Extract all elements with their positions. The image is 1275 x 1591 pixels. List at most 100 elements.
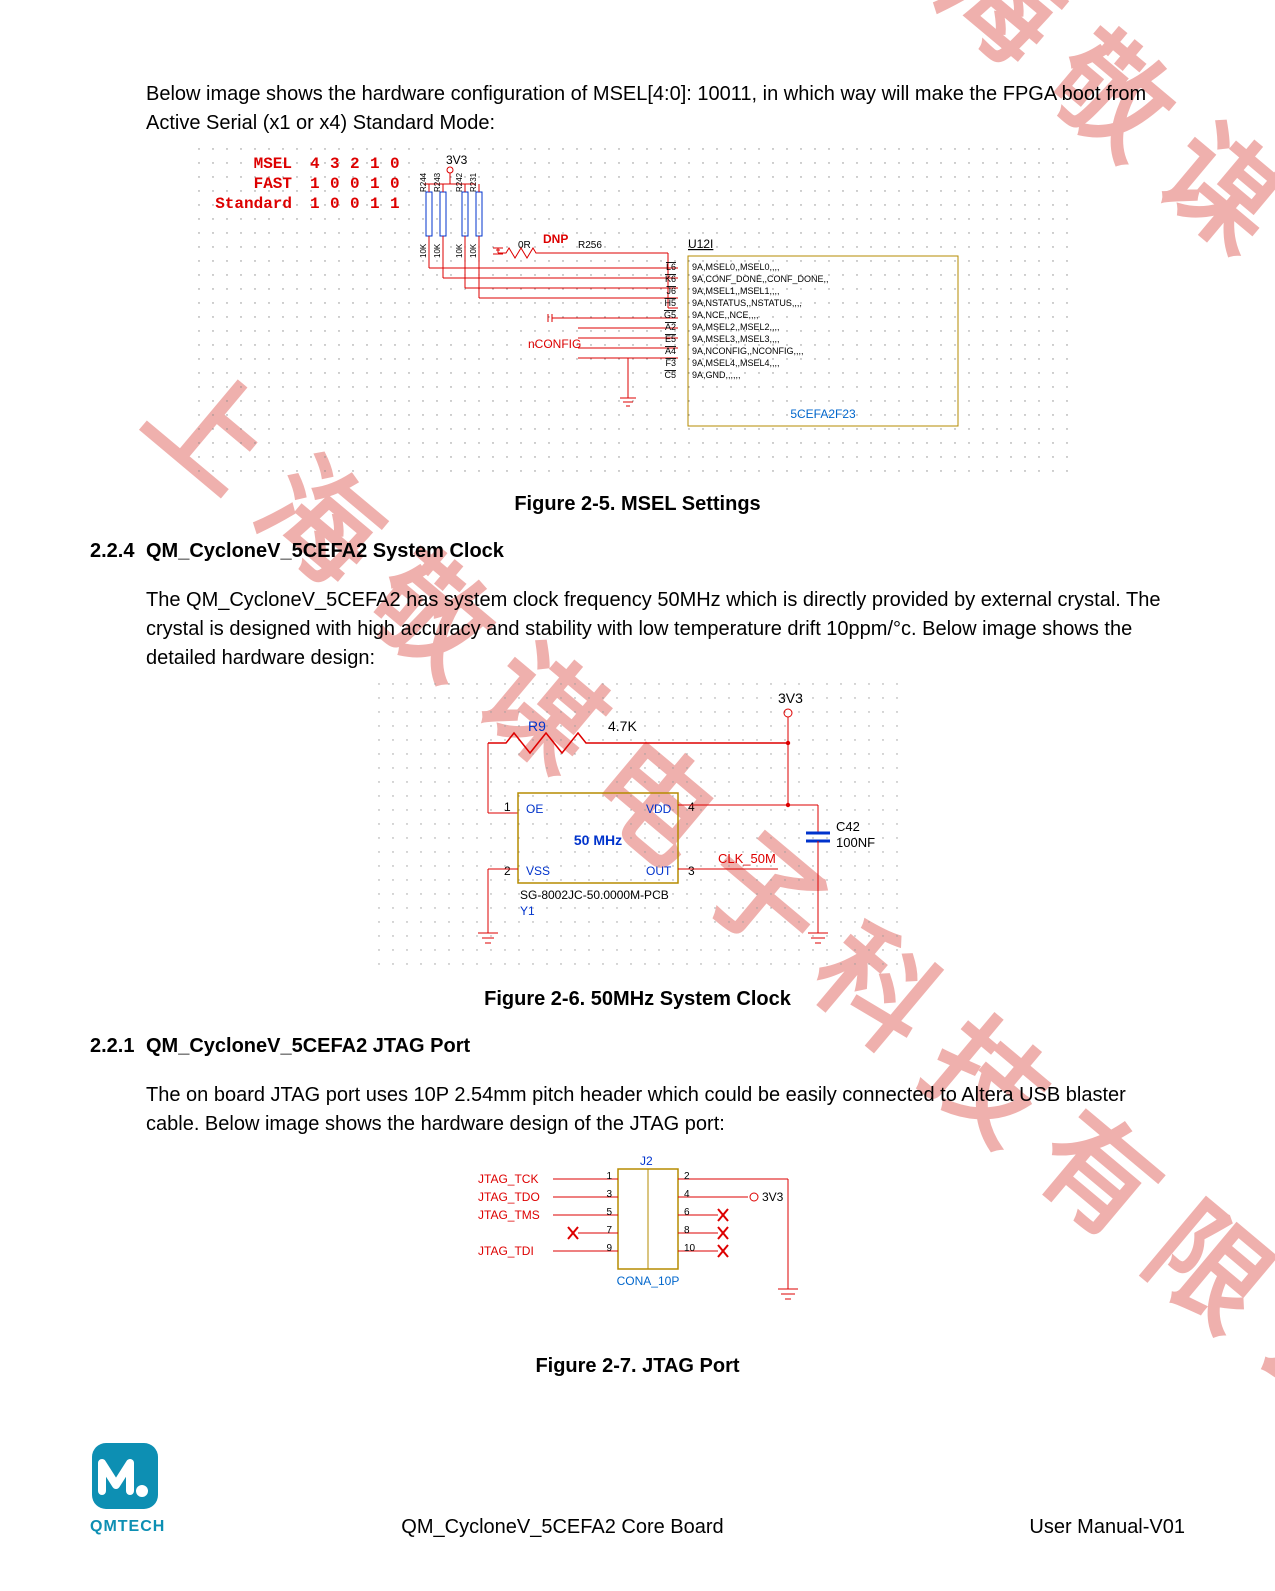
svg-text:9A,CONF_DONE,,CONF_DONE,,: 9A,CONF_DONE,,CONF_DONE,, bbox=[692, 274, 829, 284]
svg-text:CONA_10P: CONA_10P bbox=[616, 1274, 679, 1288]
svg-text:2: 2 bbox=[350, 155, 360, 173]
svg-text:J2: J2 bbox=[640, 1154, 653, 1168]
svg-text:9A,MSEL1,,MSEL1,,,,: 9A,MSEL1,,MSEL1,,,, bbox=[692, 286, 780, 296]
svg-text:1: 1 bbox=[310, 195, 320, 213]
svg-text:VSS: VSS bbox=[526, 864, 550, 878]
figure-2-6-caption: Figure 2-6. 50MHz System Clock bbox=[90, 985, 1185, 1014]
svg-text:nCONFIG: nCONFIG bbox=[528, 337, 581, 351]
intro-paragraph: Below image shows the hardware configura… bbox=[146, 80, 1175, 138]
svg-text:CLK_50M: CLK_50M bbox=[718, 851, 776, 866]
svg-text:9A,NCONFIG,,NCONFIG,,,,: 9A,NCONFIG,,NCONFIG,,,, bbox=[692, 346, 804, 356]
footer-right: User Manual-V01 bbox=[1029, 1513, 1185, 1542]
section-num: 2.2.1 bbox=[90, 1032, 146, 1061]
svg-text:3V3: 3V3 bbox=[446, 153, 468, 167]
svg-text:9A,MSEL0,,MSEL0,,,,: 9A,MSEL0,,MSEL0,,,, bbox=[692, 262, 780, 272]
svg-text:Y1: Y1 bbox=[520, 904, 535, 918]
svg-text:4: 4 bbox=[684, 1189, 690, 1200]
svg-text:10K: 10K bbox=[433, 243, 442, 258]
svg-text:MSEL: MSEL bbox=[253, 155, 291, 173]
svg-text:9: 9 bbox=[606, 1243, 612, 1254]
svg-text:G5: G5 bbox=[663, 310, 675, 320]
svg-text:2: 2 bbox=[504, 864, 511, 878]
svg-text:J6: J6 bbox=[666, 286, 676, 296]
svg-text:5CEFA2F23: 5CEFA2F23 bbox=[790, 407, 856, 421]
section-2-2-4-heading: 2.2.4 QM_CycloneV_5CEFA2 System Clock bbox=[90, 537, 1185, 566]
svg-text:9A,MSEL3,,MSEL3,,,,: 9A,MSEL3,,MSEL3,,,, bbox=[692, 334, 780, 344]
svg-text:4: 4 bbox=[310, 155, 320, 173]
svg-text:R256: R256 bbox=[578, 240, 602, 251]
section-2-2-4-body: The QM_CycloneV_5CEFA2 has system clock … bbox=[146, 586, 1175, 673]
figure-2-7-caption: Figure 2-7. JTAG Port bbox=[90, 1352, 1185, 1381]
svg-text:F3: F3 bbox=[665, 358, 676, 368]
svg-text:A4: A4 bbox=[664, 346, 675, 356]
section-2-2-1-heading: 2.2.1 QM_CycloneV_5CEFA2 JTAG Port bbox=[90, 1032, 1185, 1061]
svg-text:3: 3 bbox=[330, 155, 340, 173]
svg-text:VDD: VDD bbox=[646, 802, 672, 816]
svg-text:0: 0 bbox=[390, 175, 400, 193]
svg-text:0: 0 bbox=[330, 175, 340, 193]
svg-text:1: 1 bbox=[370, 175, 380, 193]
svg-text:JTAG_TCK: JTAG_TCK bbox=[478, 1172, 538, 1186]
figure-2-5-caption: Figure 2-5. MSEL Settings bbox=[90, 490, 1185, 519]
svg-text:U12I: U12I bbox=[688, 237, 713, 251]
svg-text:DNP: DNP bbox=[543, 232, 568, 246]
svg-text:E5: E5 bbox=[664, 334, 675, 344]
svg-text:9A,NCE,,NCE,,,,: 9A,NCE,,NCE,,,, bbox=[692, 310, 759, 320]
svg-text:9A,MSEL2,,MSEL2,,,,: 9A,MSEL2,,MSEL2,,,, bbox=[692, 322, 780, 332]
svg-text:0: 0 bbox=[350, 175, 360, 193]
svg-text:10K: 10K bbox=[419, 243, 428, 258]
svg-text:0: 0 bbox=[330, 195, 340, 213]
svg-text:R231: R231 bbox=[469, 172, 478, 192]
svg-text:1: 1 bbox=[606, 1171, 612, 1182]
svg-text:9A,GND,,,,,,: 9A,GND,,,,,, bbox=[692, 370, 741, 380]
svg-text:4.7K: 4.7K bbox=[608, 718, 637, 734]
jtag-diagram: J2 JTAG_TCK JTAG_TDO JTAG_TMS JTAG_TDI bbox=[418, 1149, 858, 1324]
svg-text:8: 8 bbox=[684, 1225, 690, 1236]
svg-text:L6: L6 bbox=[665, 262, 675, 272]
svg-text:10K: 10K bbox=[455, 243, 464, 258]
svg-text:H5: H5 bbox=[664, 298, 676, 308]
svg-text:10: 10 bbox=[684, 1243, 696, 1254]
msel-diagram: MSEL 4 3 2 1 0 FAST 1 0 0 1 0 Standard 1… bbox=[198, 148, 1078, 478]
svg-text:3: 3 bbox=[688, 864, 695, 878]
page-footer: QMTECH . QM_CycloneV_5CEFA2 Core Board U… bbox=[90, 1441, 1185, 1551]
svg-text:JTAG_TMS: JTAG_TMS bbox=[478, 1208, 540, 1222]
svg-text:1: 1 bbox=[310, 175, 320, 193]
svg-text:A2: A2 bbox=[664, 322, 675, 332]
section-title: QM_CycloneV_5CEFA2 JTAG Port bbox=[146, 1032, 470, 1061]
svg-text:3: 3 bbox=[606, 1189, 612, 1200]
svg-text:R9: R9 bbox=[528, 718, 546, 734]
svg-text:SG-8002JC-50.0000M-PCB: SG-8002JC-50.0000M-PCB bbox=[520, 888, 669, 902]
svg-text:K6: K6 bbox=[664, 274, 675, 284]
qmtech-logo-text: QMTECH bbox=[90, 1515, 170, 1538]
svg-text:C42: C42 bbox=[836, 819, 860, 834]
svg-text:R244: R244 bbox=[419, 172, 428, 192]
svg-text:10K: 10K bbox=[469, 243, 478, 258]
svg-text:0: 0 bbox=[350, 195, 360, 213]
svg-text:1: 1 bbox=[504, 800, 511, 814]
svg-text:9A,NSTATUS,,NSTATUS,,,,: 9A,NSTATUS,,NSTATUS,,,, bbox=[692, 298, 802, 308]
svg-text:5: 5 bbox=[606, 1207, 612, 1218]
svg-text:R242: R242 bbox=[455, 172, 464, 192]
svg-text:2: 2 bbox=[684, 1171, 690, 1182]
svg-text:4: 4 bbox=[688, 800, 695, 814]
svg-text:Standard: Standard bbox=[215, 195, 292, 213]
svg-text:FAST: FAST bbox=[253, 175, 292, 193]
svg-text:OUT: OUT bbox=[646, 864, 672, 878]
svg-text:6: 6 bbox=[684, 1207, 690, 1218]
svg-text:7: 7 bbox=[606, 1225, 612, 1236]
svg-text:C5: C5 bbox=[664, 370, 676, 380]
svg-text:JTAG_TDO: JTAG_TDO bbox=[478, 1190, 540, 1204]
svg-text:9A,MSEL4,,MSEL4,,,,: 9A,MSEL4,,MSEL4,,,, bbox=[692, 358, 780, 368]
section-title: QM_CycloneV_5CEFA2 System Clock bbox=[146, 537, 504, 566]
section-num: 2.2.4 bbox=[90, 537, 146, 566]
clock-diagram: 3V3 R9 4.7K OE VDD VSS OUT 50 MHz 1 2 3 … bbox=[378, 683, 898, 973]
svg-text:1: 1 bbox=[370, 155, 380, 173]
svg-text:R243: R243 bbox=[433, 172, 442, 192]
svg-text:100NF: 100NF bbox=[836, 835, 875, 850]
qmtech-logo: QMTECH bbox=[90, 1441, 170, 1538]
svg-text:3V3: 3V3 bbox=[762, 1190, 784, 1204]
svg-text:3V3: 3V3 bbox=[778, 690, 803, 706]
svg-text:1: 1 bbox=[370, 195, 380, 213]
footer-center: QM_CycloneV_5CEFA2 Core Board bbox=[401, 1513, 723, 1542]
